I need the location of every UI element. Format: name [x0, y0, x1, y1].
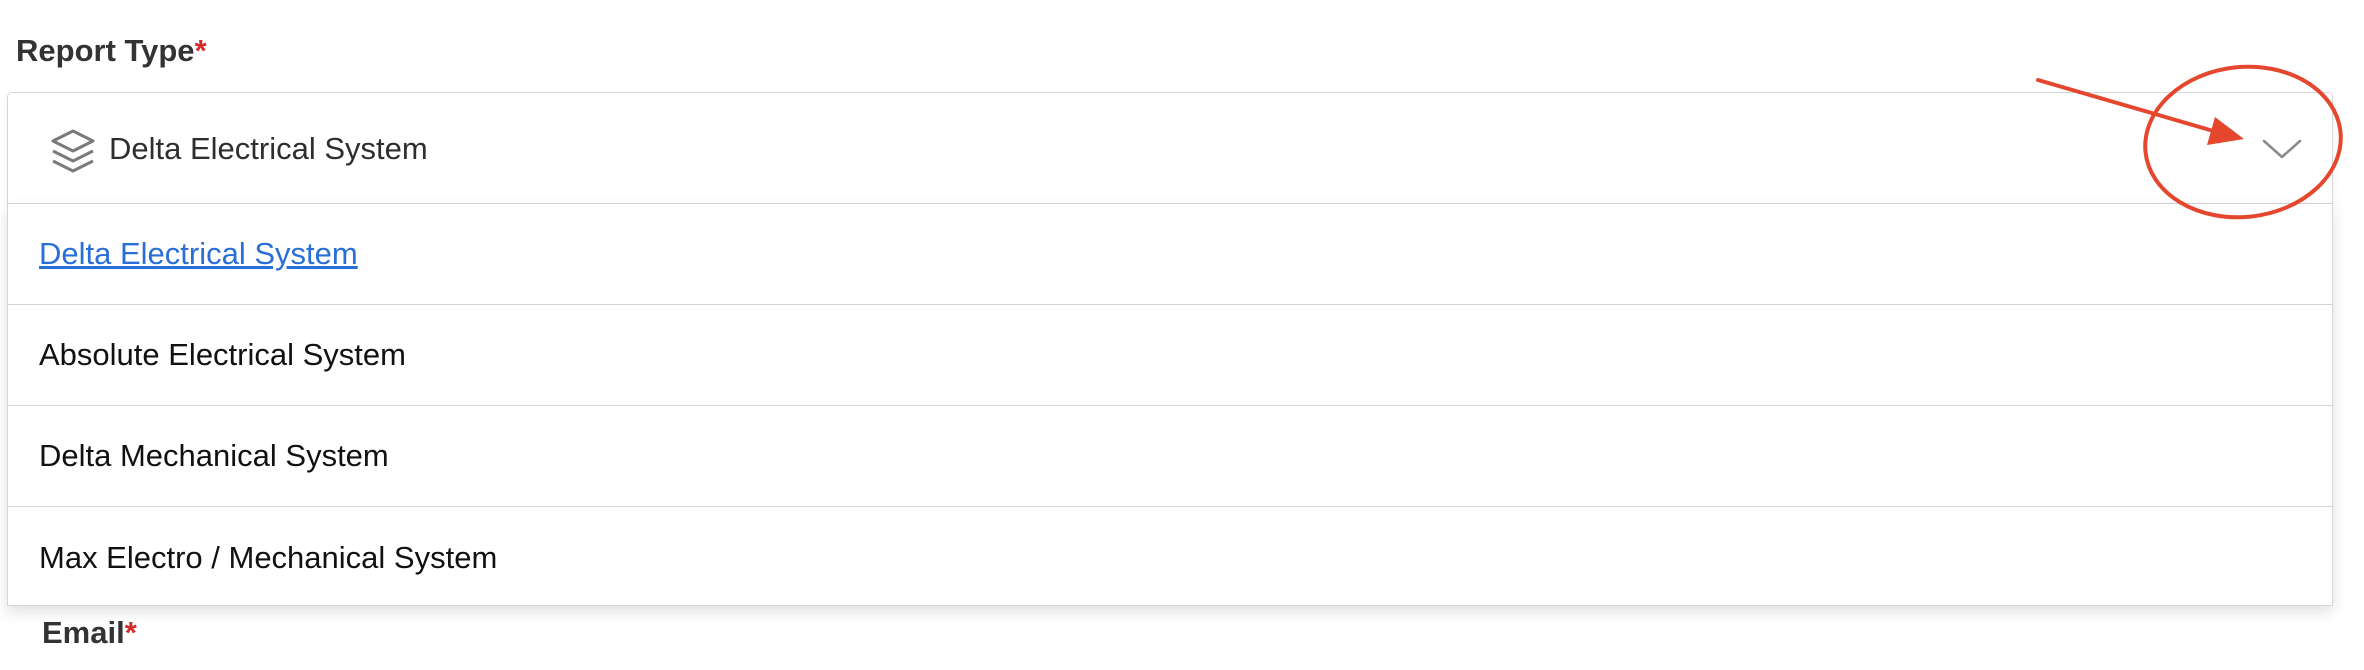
layers-icon: [48, 127, 98, 175]
chevron-down-icon[interactable]: [2260, 135, 2304, 163]
dropdown-option-absolute-electrical[interactable]: Absolute Electrical System: [8, 305, 2332, 406]
report-type-label: Report Type*: [16, 33, 207, 69]
report-type-select[interactable]: Delta Electrical System: [7, 92, 2333, 204]
required-asterisk: *: [124, 615, 137, 650]
report-type-dropdown-menu: Delta Electrical System Absolute Electri…: [7, 204, 2333, 606]
email-label-text: Email: [42, 615, 125, 650]
selected-value: Delta Electrical System: [109, 131, 428, 166]
page: Report Type* Delta Electrical System Del…: [0, 0, 2364, 670]
dropdown-option-delta-mechanical[interactable]: Delta Mechanical System: [8, 406, 2332, 507]
email-label: Email*: [42, 615, 137, 651]
dropdown-option-delta-electrical[interactable]: Delta Electrical System: [8, 204, 2332, 305]
dropdown-option-max-electro-mechanical[interactable]: Max Electro / Mechanical System: [8, 507, 2332, 608]
required-asterisk: *: [194, 33, 207, 68]
report-type-label-text: Report Type: [16, 33, 195, 68]
